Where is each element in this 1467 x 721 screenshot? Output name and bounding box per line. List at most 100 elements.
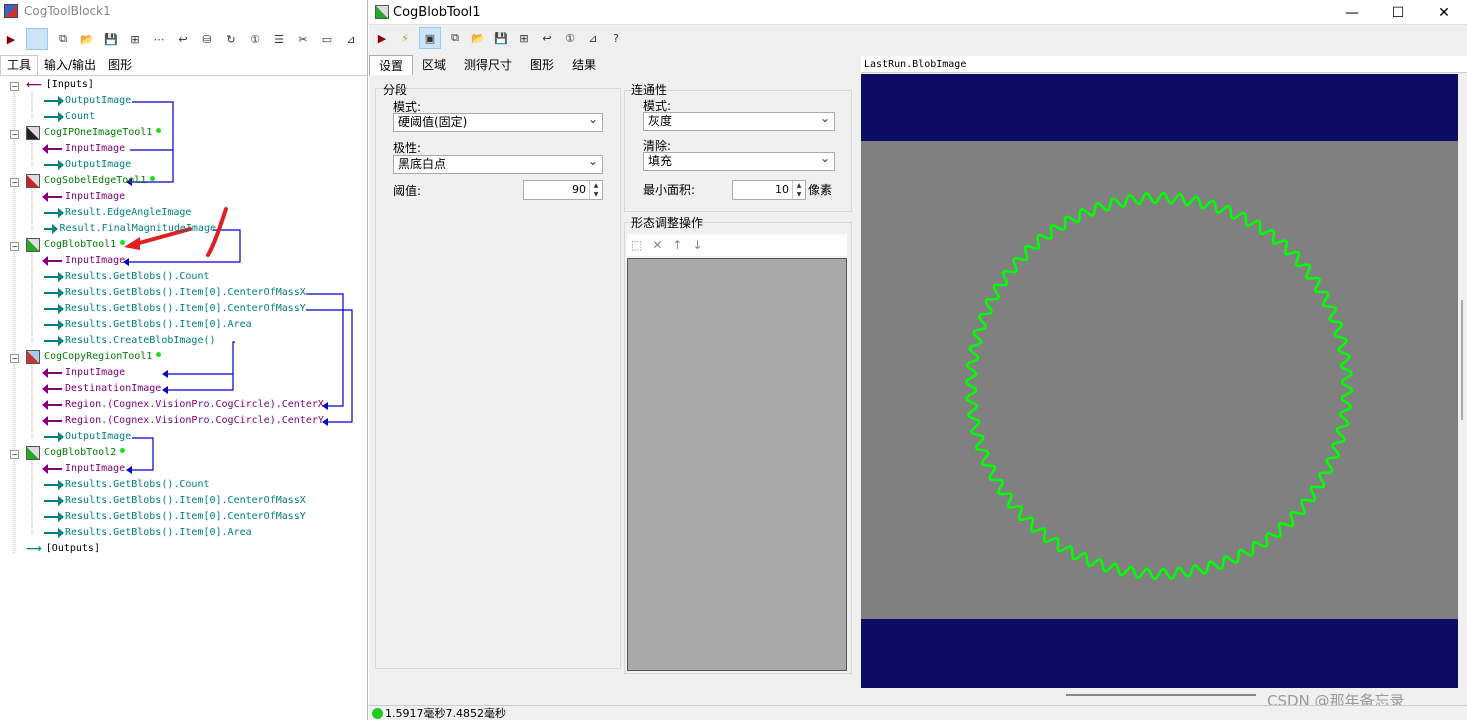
blob-tool-icon (26, 446, 40, 460)
tree-item[interactable]: InputImage (42, 141, 125, 157)
tree-tool-node[interactable]: CogIPOneImageTool1 (26, 125, 162, 141)
close-icon[interactable]: ✕ (1421, 0, 1467, 25)
horizontal-scrollbar[interactable] (1066, 694, 1256, 696)
output-arrow-icon (44, 320, 64, 330)
tree-item[interactable]: Results.GetBlobs().Item[0].CenterOfMassX (44, 493, 306, 509)
tab-settings[interactable]: 设置 (369, 55, 414, 75)
reset-icon[interactable]: ↩ (538, 29, 556, 47)
tab-measurements[interactable]: 测得尺寸 (455, 55, 521, 75)
tree-tool-node[interactable]: CogSobelEdgeTool1 (26, 173, 156, 189)
tree-item[interactable]: Results.GetBlobs().Item[0].CenterOfMassY (44, 301, 306, 317)
threshold-input[interactable]: 90 ▲ ▼ (523, 180, 603, 200)
polarity-select[interactable]: 黑底白点 (393, 153, 603, 174)
tree-tool-node[interactable]: CogBlobTool2 (26, 445, 126, 461)
maximize-icon[interactable]: ☐ (1375, 0, 1421, 25)
run-continuous-icon[interactable] (26, 28, 48, 50)
list-icon[interactable]: ☰ (270, 30, 288, 48)
tree-item[interactable]: Result.FinalMagnitudeImage (44, 221, 216, 237)
tree-item[interactable]: Results.GetBlobs().Item[0].Area (44, 525, 252, 541)
morphology-list[interactable] (627, 258, 847, 671)
tree-item[interactable]: Results.GetBlobs().Item[0].CenterOfMassY (44, 509, 306, 525)
tools-icon[interactable]: ✂ (294, 30, 312, 48)
tree-node-outputs[interactable]: ⟶ [Outputs] (26, 541, 100, 557)
tree-node-inputs[interactable]: ⟵ [Inputs] (26, 77, 94, 93)
tree-item[interactable]: Results.GetBlobs().Count (44, 269, 210, 285)
save-icon[interactable]: 💾 (492, 29, 510, 47)
tree-icon[interactable]: ⊞ (515, 29, 533, 47)
output-arrow-icon (44, 480, 64, 490)
run-icon[interactable]: ▶ (373, 29, 391, 47)
tree-item[interactable]: Region.(Cognex.VisionPro.CogCircle).Cent… (42, 413, 324, 429)
open-folder-icon[interactable]: 📂 (469, 29, 487, 47)
tree-item[interactable]: Results.GetBlobs().Item[0].CenterOfMassX (44, 285, 306, 301)
link-icon[interactable]: ⧉ (446, 29, 464, 47)
conn-mode-select[interactable]: 灰度 (643, 110, 835, 131)
tree-item[interactable]: Result.EdgeAngleImage (44, 205, 191, 221)
expander-tool[interactable]: − (10, 354, 19, 363)
database-icon[interactable]: ⛁ (198, 30, 216, 48)
chart-icon[interactable]: ⊿ (584, 29, 602, 47)
tree-tool-node[interactable]: CogCopyRegionTool1 (26, 349, 162, 365)
tree-item[interactable]: Results.GetBlobs().Item[0].Area (44, 317, 252, 333)
expander-tool[interactable]: − (10, 450, 19, 459)
blob-tool-icon (26, 238, 40, 252)
save-icon[interactable]: 💾 (102, 30, 120, 48)
tab-results[interactable]: 结果 (563, 55, 605, 75)
link-icon[interactable]: ⧉ (54, 30, 72, 48)
input-arrow-icon (42, 144, 62, 154)
spin-arrows-icon[interactable]: ▲ ▼ (589, 181, 602, 199)
tree-item[interactable]: InputImage (42, 461, 125, 477)
tab-region[interactable]: 区域 (413, 55, 455, 75)
move-down-icon[interactable]: ↓ (692, 238, 702, 252)
numeric-icon[interactable]: ① (561, 29, 579, 47)
tree-item[interactable]: OutputImage (44, 157, 131, 173)
tree-item[interactable]: InputImage (42, 365, 125, 381)
tab-graphics[interactable]: 图形 (102, 56, 138, 75)
delete-icon[interactable]: ✕ (652, 238, 662, 252)
lightning-icon[interactable]: ⚡ (396, 29, 414, 47)
tree-icon[interactable]: ⊞ (126, 30, 144, 48)
expander-inputs[interactable]: − (10, 82, 19, 91)
vertical-scrollbar[interactable] (1461, 300, 1463, 420)
image-display[interactable] (861, 74, 1458, 688)
debug-icon[interactable]: ▭ (318, 30, 336, 48)
tree-item[interactable]: OutputImage (44, 429, 131, 445)
seg-mode-select[interactable]: 硬阈值(固定) (393, 111, 603, 132)
refresh-icon[interactable]: ↻ (222, 30, 240, 48)
image-view-icon[interactable]: ▣ (419, 27, 441, 49)
expander-tool[interactable]: − (10, 178, 19, 187)
move-up-icon[interactable]: ↑ (672, 238, 682, 252)
tree-item[interactable]: InputImage (42, 253, 125, 269)
tree-item[interactable]: Count (44, 109, 95, 125)
toolblock-icon (4, 4, 18, 18)
tree-item[interactable]: Results.GetBlobs().Count (44, 477, 210, 493)
tree-item[interactable]: Region.(Cognex.VisionPro.CogCircle).Cent… (42, 397, 324, 413)
expander-tool[interactable]: − (10, 130, 19, 139)
tab-graphics[interactable]: 图形 (521, 55, 563, 75)
minimize-icon[interactable]: — (1329, 0, 1375, 25)
run-icon[interactable]: ▶ (2, 30, 20, 48)
segment-title: 分段 (383, 83, 408, 97)
clean-select[interactable]: 填充 (643, 150, 835, 171)
add-icon[interactable]: ⬚ (631, 238, 642, 252)
numeric-icon[interactable]: ① (246, 30, 264, 48)
tab-io[interactable]: 输入/输出 (38, 56, 102, 75)
reset-icon[interactable]: ↩ (174, 30, 192, 48)
tab-tools[interactable]: 工具 (0, 55, 39, 75)
tree-tool-node[interactable]: CogBlobTool1 (26, 237, 126, 253)
help-icon[interactable]: ? (607, 29, 625, 47)
tree-item[interactable]: OutputImage (44, 93, 131, 109)
tree-item[interactable]: DestinationImage (42, 381, 161, 397)
morphology-title: 形态调整操作 (631, 216, 704, 230)
input-arrow-icon (42, 400, 62, 410)
output-arrow-icon (44, 272, 64, 282)
spin-arrows-icon[interactable]: ▲ ▼ (792, 181, 805, 199)
image-selector[interactable]: LastRun.BlobImage (861, 56, 1467, 73)
tree-item[interactable]: InputImage (42, 189, 125, 205)
chart-icon[interactable]: ⊿ (342, 30, 360, 48)
tree-item[interactable]: Results.CreateBlobImage() (44, 333, 216, 349)
min-area-input[interactable]: 10 ▲ ▼ (732, 180, 806, 200)
open-folder-icon[interactable]: 📂 (78, 30, 96, 48)
dotted-icon[interactable]: ⋯ (150, 30, 168, 48)
expander-tool[interactable]: − (10, 242, 19, 251)
